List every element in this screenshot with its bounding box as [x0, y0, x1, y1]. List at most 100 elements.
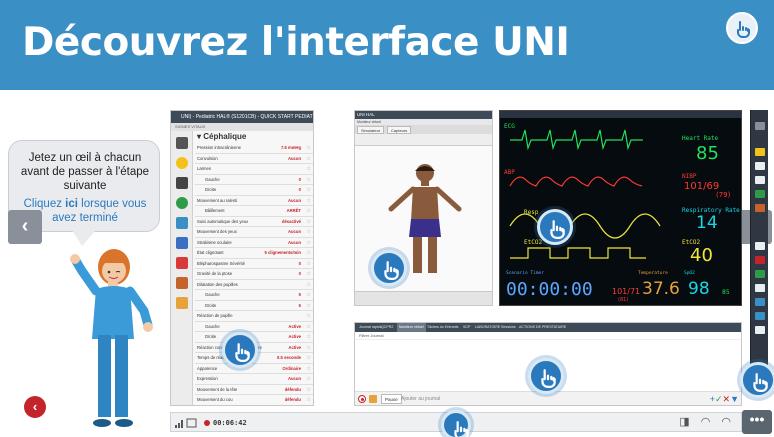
favorite-star-icon[interactable]: ☆ [307, 185, 311, 195]
favorite-star-icon[interactable]: ☆ [307, 385, 311, 395]
favorite-star-icon[interactable]: ☆ [307, 227, 311, 237]
hotspot-log-panel[interactable] [528, 358, 564, 394]
log-tab[interactable]: Tâches du [427, 323, 444, 332]
favorite-star-icon[interactable]: ☆ [307, 206, 311, 216]
favorites-icon[interactable] [755, 148, 765, 156]
vitals-row[interactable]: Dilatation des pupilles ☆ [195, 280, 313, 290]
hotspot-vitals-panel[interactable] [222, 332, 258, 368]
stomach-icon[interactable] [176, 297, 188, 309]
vitals-row[interactable]: Mouvement au ralenti Aucun ☆ [195, 196, 313, 206]
layers-icon[interactable] [755, 298, 765, 306]
favorite-star-icon[interactable]: ☆ [307, 332, 311, 342]
vitals-row[interactable]: Gauche Active ☆ [195, 322, 313, 332]
simulator-toolbar[interactable] [355, 134, 492, 146]
monitor-icon[interactable] [755, 162, 765, 170]
settings-icon[interactable] [755, 122, 765, 130]
vitals-row[interactable]: Convulsion Aucun ☆ [195, 154, 313, 164]
favorite-star-icon[interactable]: ☆ [307, 301, 311, 311]
record-icon[interactable] [358, 395, 366, 403]
vitals-row[interactable]: Expression Aucun ☆ [195, 374, 313, 385]
vitals-row[interactable]: Gravité de la ptose 0 ☆ [195, 269, 313, 280]
hotspot-monitor-panel[interactable] [537, 209, 573, 245]
log-filter-label[interactable]: Filtrer Journal [355, 332, 741, 340]
log-tab[interactable]: Moniteur virtuel [397, 323, 426, 332]
favorite-star-icon[interactable]: ☆ [307, 290, 311, 300]
favorite-star-icon[interactable]: ☆ [307, 196, 311, 206]
alert-icon[interactable] [755, 256, 765, 264]
tab-simulator[interactable]: Simulateur [357, 126, 385, 134]
favorite-star-icon[interactable]: ☆ [307, 154, 311, 164]
vitals-row[interactable]: Larmes ☆ [195, 164, 313, 175]
favorite-star-icon[interactable]: ☆ [307, 374, 311, 384]
check-icon[interactable]: ✓ [715, 394, 723, 404]
header-hotspot-button[interactable] [726, 12, 758, 44]
favorite-star-icon[interactable]: ☆ [307, 238, 311, 248]
hotspot-right-toolbar[interactable] [740, 362, 774, 398]
tools-icon[interactable] [755, 270, 765, 278]
vitals-row[interactable]: Suivi automatique des yeux désactivé ☆ [195, 217, 313, 227]
favorite-star-icon[interactable]: ☆ [307, 311, 311, 321]
log-tab[interactable]: ACTIONS DE PRESTATAIRE [519, 323, 566, 332]
log-tab[interactable]: Sessions [501, 323, 516, 332]
bottom-right-icons[interactable]: ◨ ◠ ◠ [679, 415, 735, 428]
favorite-star-icon[interactable]: ☆ [307, 143, 311, 153]
favorite-star-icon[interactable]: ☆ [307, 395, 311, 405]
folder-icon[interactable] [369, 395, 377, 403]
favorite-star-icon[interactable]: ☆ [307, 364, 311, 374]
log-tab[interactable]: LABORATOIRE [475, 323, 500, 332]
edit-icon[interactable] [755, 284, 765, 292]
vitals-row[interactable]: État clignotant 5 clignements/min ☆ [195, 248, 313, 259]
favorite-star-icon[interactable]: ☆ [307, 175, 311, 185]
log-input[interactable]: Ajouter au journal [401, 394, 440, 404]
document-icon[interactable] [755, 326, 765, 334]
kidney-icon[interactable] [176, 277, 188, 289]
vitals-row[interactable]: Droite 5 ☆ [195, 301, 313, 311]
clipboard-icon[interactable] [755, 204, 765, 212]
favorite-star-icon[interactable]: ☆ [307, 248, 311, 258]
vitals-row[interactable]: Gauche 0 ☆ [195, 175, 313, 185]
vitals-row[interactable]: Mouvement des yeux Aucun ☆ [195, 227, 313, 238]
vitals-row[interactable]: Blépharospasme Sévérité 0 ☆ [195, 259, 313, 269]
favorite-star-icon[interactable]: ☆ [307, 322, 311, 332]
eye-icon[interactable] [176, 197, 188, 209]
delete-icon[interactable]: ✕ [723, 394, 731, 404]
log-tab[interactable]: SCP [463, 323, 470, 332]
chart-icon[interactable] [755, 190, 765, 198]
back-button[interactable]: ‹ [24, 396, 46, 418]
vitals-row[interactable]: Apparence Ordinaire ☆ [195, 364, 313, 374]
favorite-star-icon[interactable]: ☆ [307, 259, 311, 269]
filter-icon[interactable]: ▼ [730, 394, 739, 404]
vitals-row[interactable]: Mouvement de la tête défendu ☆ [195, 385, 313, 395]
vitals-row[interactable]: Droite 0 ☆ [195, 185, 313, 196]
head-icon[interactable] [176, 217, 188, 229]
favorite-star-icon[interactable]: ☆ [307, 343, 311, 353]
star-icon[interactable] [176, 157, 188, 169]
click-here-link[interactable]: ici [65, 198, 78, 210]
previous-arrow-button[interactable]: ‹ [8, 210, 42, 244]
simulator-bottom-toolbar[interactable] [355, 291, 492, 305]
hotspot-simulator-panel[interactable] [371, 250, 407, 286]
audio-icon[interactable] [755, 242, 765, 250]
vitals-row[interactable]: Réaction de pupille ☆ [195, 311, 313, 322]
more-options-button[interactable]: ••• [742, 410, 772, 434]
log-tab[interactable]: Entrants [445, 323, 458, 332]
favorite-star-icon[interactable]: ☆ [307, 217, 311, 227]
screen-icon[interactable] [755, 176, 765, 184]
vitals-row[interactable]: Mouvement du cou défendu ☆ [195, 395, 313, 405]
vitals-row[interactable]: Strabisme oculaire Aucun ☆ [195, 238, 313, 248]
vitals-row[interactable]: Gauche 5 ☆ [195, 290, 313, 301]
vitals-row[interactable]: Bâillement ARRÊT ☆ [195, 206, 313, 217]
log-action-icons[interactable]: +✓✕▼ [710, 393, 739, 405]
favorite-star-icon[interactable]: ☆ [307, 269, 311, 279]
hotspot-bottom-bar[interactable] [441, 410, 471, 437]
lungs-icon[interactable] [176, 237, 188, 249]
log-tab[interactable]: QCPR2 [381, 323, 393, 332]
favorite-star-icon[interactable]: ☆ [307, 280, 311, 290]
tab-sensors[interactable]: Capteurs [387, 126, 412, 134]
image-icon[interactable] [755, 312, 765, 320]
log-tab[interactable]: Journal rapide [359, 323, 382, 332]
heart-rate-icon[interactable] [176, 257, 188, 269]
favorite-star-icon[interactable]: ☆ [307, 164, 311, 174]
vitals-row[interactable]: Pression intracrânienne 7.5 mmHg ☆ [195, 143, 313, 154]
pen-icon[interactable] [176, 137, 188, 149]
